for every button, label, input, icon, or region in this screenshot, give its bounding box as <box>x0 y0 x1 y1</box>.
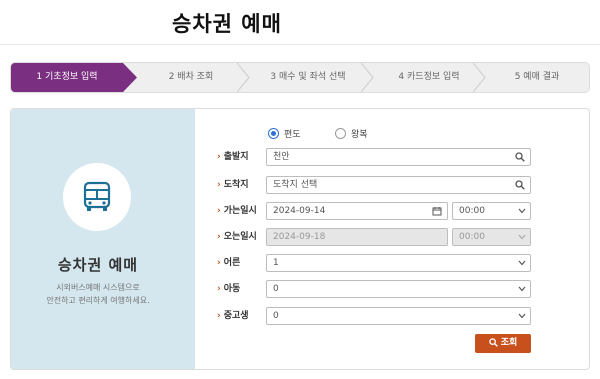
radio-round-trip[interactable]: 왕복 <box>335 126 368 140</box>
child-label-text: 아동 <box>223 284 241 294</box>
search-icon[interactable] <box>515 152 525 162</box>
chevron-down-icon <box>518 286 526 292</box>
child-label: › 아동 <box>217 284 241 294</box>
radio-one-way-control[interactable] <box>268 127 279 139</box>
departure-label-text: 출발지 <box>223 152 249 162</box>
chevron-down-icon <box>518 208 526 214</box>
return-date-field: 2024-09-18 <box>266 228 448 246</box>
step-2: 2 배차 조회 <box>168 72 214 82</box>
search-button-label: 조회 <box>500 338 518 348</box>
return-date-value: 2024-09-18 <box>273 232 326 242</box>
student-label-text: 중고생 <box>223 311 249 321</box>
student-count-select[interactable]: 0 <box>266 307 531 325</box>
radio-round-trip-control[interactable] <box>335 127 346 139</box>
calendar-icon[interactable] <box>432 206 442 216</box>
return-date-label-text: 오는일시 <box>223 232 257 242</box>
adult-label: › 어른 <box>217 258 241 268</box>
return-time-select: 00:00 <box>452 228 531 246</box>
adult-count-value: 1 <box>273 258 279 268</box>
bus-icon <box>83 181 111 211</box>
info-desc-line-1: 시외버스예매 시스템으로 <box>56 283 140 292</box>
student-count-value: 0 <box>273 311 279 321</box>
radio-one-way-label: 편도 <box>284 129 301 140</box>
search-icon[interactable] <box>515 180 525 190</box>
step-1: 1 기초정보 입력 <box>11 63 123 92</box>
return-date-label: › 오는일시 <box>217 232 257 242</box>
step-1-arrow <box>123 63 137 92</box>
departure-label: › 출발지 <box>217 152 249 162</box>
depart-date-label: › 가는일시 <box>217 206 257 216</box>
adult-count-select[interactable]: 1 <box>266 254 531 272</box>
chevron-down-icon <box>518 260 526 266</box>
chevron-down-icon <box>518 234 526 240</box>
radio-one-way[interactable]: 편도 <box>268 126 301 140</box>
depart-time-value: 00:00 <box>459 206 485 216</box>
chevron-down-icon <box>518 313 526 319</box>
student-label: › 중고생 <box>217 311 249 321</box>
step-3: 3 매수 및 좌석 선택 <box>270 72 346 82</box>
step-4: 4 카드정보 입력 <box>398 72 460 82</box>
info-description: 시외버스예매 시스템으로 안전하고 편리하게 여행하세요. <box>11 281 185 307</box>
departure-value: 천안 <box>273 152 290 162</box>
depart-time-select[interactable]: 00:00 <box>452 202 531 220</box>
info-pane: 승차권 예매 시외버스예매 시스템으로 안전하고 편리하게 여행하세요. <box>11 109 195 369</box>
child-count-value: 0 <box>273 284 279 294</box>
search-button[interactable]: 조회 <box>475 334 531 353</box>
return-time-value: 00:00 <box>459 232 485 242</box>
arrival-field[interactable]: 도착지 선택 <box>266 176 531 194</box>
search-icon <box>488 338 498 347</box>
arrival-label: › 도착지 <box>217 180 249 190</box>
step-5: 5 예매 결과 <box>514 72 560 82</box>
depart-date-label-text: 가는일시 <box>223 206 257 216</box>
bus-icon-circle <box>63 163 131 231</box>
depart-date-field[interactable]: 2024-09-14 <box>266 202 448 220</box>
step-progress: 1 기초정보 입력 2 배차 조회 3 매수 및 좌석 선택 4 카드정보 입력… <box>10 62 590 93</box>
title-divider <box>0 44 600 45</box>
adult-label-text: 어른 <box>223 258 241 268</box>
child-count-select[interactable]: 0 <box>266 280 531 298</box>
info-title: 승차권 예매 <box>57 256 139 274</box>
info-desc-line-2: 안전하고 편리하게 여행하세요. <box>46 296 150 305</box>
arrival-label-text: 도착지 <box>223 180 249 190</box>
radio-round-trip-label: 왕복 <box>351 129 368 140</box>
arrival-placeholder: 도착지 선택 <box>273 180 318 190</box>
departure-field[interactable]: 천안 <box>266 148 531 166</box>
depart-date-value: 2024-09-14 <box>273 206 326 216</box>
page-title: 승차권 예매 <box>172 12 282 36</box>
